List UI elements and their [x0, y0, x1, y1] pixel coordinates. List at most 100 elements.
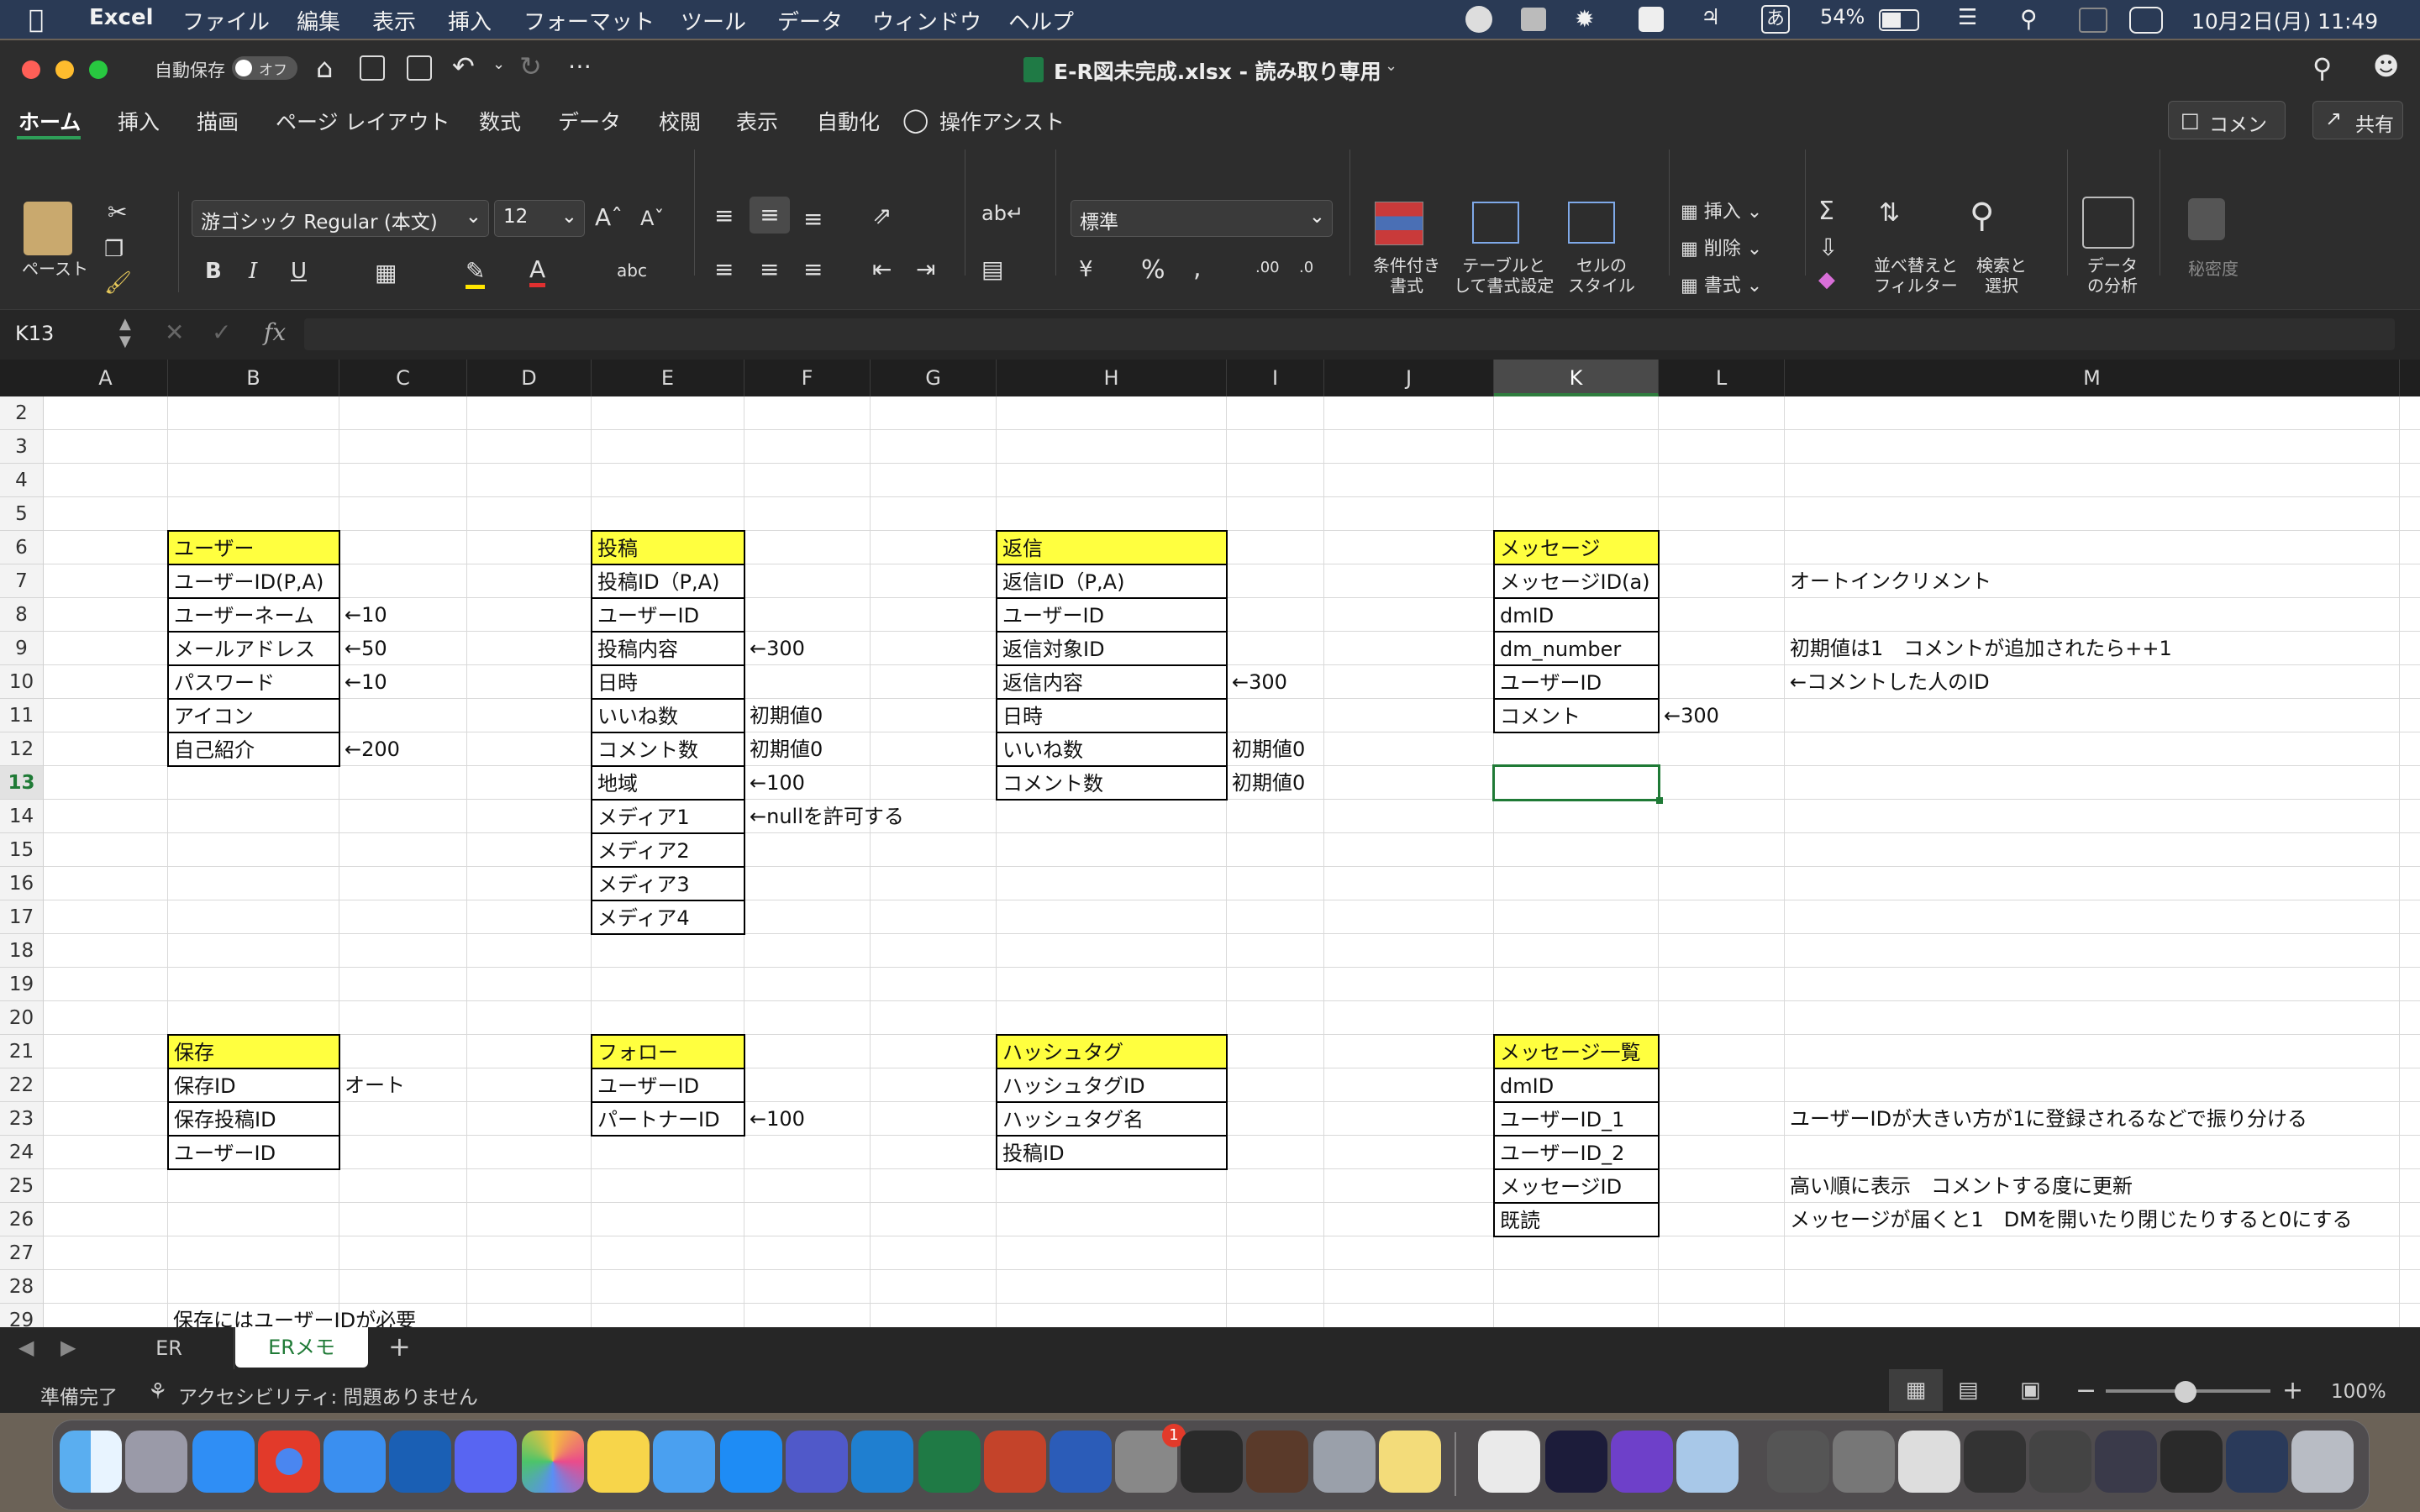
table-field-message[interactable]: コメント: [1493, 698, 1660, 733]
menu-view[interactable]: 表示: [372, 5, 416, 36]
table-title-post[interactable]: 投稿: [591, 530, 745, 565]
table-field-user[interactable]: 自己紹介: [167, 732, 340, 767]
table-field-save[interactable]: 保存ID: [167, 1068, 340, 1103]
tab-review[interactable]: 校閲: [659, 106, 701, 136]
more-icon[interactable]: ⋯: [568, 52, 592, 80]
table-field-user[interactable]: パスワード: [167, 664, 340, 700]
wifi-icon[interactable]: ☰: [1958, 5, 1977, 30]
search-icon[interactable]: ⚲: [2020, 5, 2038, 33]
column-header-m[interactable]: M: [1785, 360, 2400, 396]
bold-icon[interactable]: B: [205, 259, 222, 284]
format-painter-icon[interactable]: 🖌: [104, 270, 132, 296]
table-field-user[interactable]: メールアドレス: [167, 631, 340, 666]
row-header-4[interactable]: 4: [0, 464, 44, 497]
find-select-label[interactable]: 検索と 選択: [1976, 255, 2027, 296]
row-header-25[interactable]: 25: [0, 1169, 44, 1203]
borders-icon[interactable]: ▦: [375, 259, 397, 286]
column-header-f[interactable]: F: [744, 360, 871, 396]
sheet-tab-er-memo[interactable]: ERメモ: [235, 1327, 368, 1368]
select-all-corner[interactable]: [0, 360, 44, 396]
word-icon[interactable]: [1050, 1431, 1112, 1493]
phonetic-icon[interactable]: abc: [617, 260, 647, 281]
column-header-k[interactable]: K: [1494, 360, 1659, 396]
font-size-select[interactable]: 12 ⌄: [494, 200, 585, 237]
note-cell-i12[interactable]: 初期値0: [1227, 732, 1305, 766]
table-field-follow[interactable]: ユーザーID: [591, 1068, 745, 1103]
table-field-message-list[interactable]: ユーザーID_2: [1493, 1135, 1660, 1170]
note-cell-i10[interactable]: ←300: [1227, 665, 1287, 699]
trash-icon[interactable]: [2291, 1431, 2354, 1493]
copy-icon[interactable]: ❐: [104, 237, 124, 262]
redo-icon[interactable]: ↻: [519, 50, 542, 82]
row-header-26[interactable]: 26: [0, 1203, 44, 1236]
comma-style-icon[interactable]: ,: [1193, 254, 1202, 283]
privacy-icon[interactable]: [1465, 6, 1492, 33]
font-name-select[interactable]: 游ゴシック Regular (本文) ⌄: [192, 200, 489, 237]
row-header-18[interactable]: 18: [0, 934, 44, 968]
merge-center-icon[interactable]: ▤: [981, 255, 1003, 283]
formula-input[interactable]: [304, 318, 2395, 350]
outlook-icon[interactable]: [389, 1431, 451, 1493]
note-cell-c12[interactable]: ←200: [339, 732, 400, 766]
row-header-29[interactable]: 29: [0, 1304, 44, 1327]
note-cell-c22[interactable]: オート: [339, 1068, 405, 1102]
note-cell-m23[interactable]: ユーザーIDが大きい方が1に登録されるなどで振り分ける: [1785, 1102, 2307, 1136]
tab-home[interactable]: ホーム: [18, 106, 81, 136]
table-field-user[interactable]: アイコン: [167, 698, 340, 733]
grow-font-icon[interactable]: Aˆ: [595, 203, 623, 231]
row-header-2[interactable]: 2: [0, 396, 44, 430]
table-title-message-list[interactable]: メッセージ一覧: [1493, 1034, 1660, 1069]
column-header-e[interactable]: E: [592, 360, 744, 396]
network-share-icon[interactable]: ♃: [1701, 5, 1720, 30]
finder-icon[interactable]: [60, 1431, 122, 1493]
stickies-icon[interactable]: [1379, 1431, 1441, 1493]
table-field-message[interactable]: dmID: [1493, 597, 1660, 633]
accessibility-icon[interactable]: ⚘: [148, 1379, 167, 1404]
table-title-hashtag[interactable]: ハッシュタグ: [996, 1034, 1228, 1069]
window-layout-icon[interactable]: [1639, 7, 1664, 32]
cell-styles-label[interactable]: セルの スタイル: [1568, 255, 1635, 296]
document-title[interactable]: E-R図未完成.xlsx - 読み取り専用: [1054, 55, 1381, 86]
account-icon[interactable]: ☻: [2373, 52, 2399, 81]
table-field-reply[interactable]: コメント数: [996, 765, 1228, 801]
minimized-window-8[interactable]: [2226, 1431, 2288, 1493]
openai-icon[interactable]: ✹: [1575, 5, 1594, 33]
row-header-15[interactable]: 15: [0, 833, 44, 867]
minimized-window-1[interactable]: [1767, 1431, 1829, 1493]
conditional-formatting-label[interactable]: 条件付き 書式: [1373, 255, 1440, 296]
table-field-post[interactable]: コメント数: [591, 732, 745, 767]
launchpad-icon[interactable]: [125, 1431, 187, 1493]
column-header-d[interactable]: D: [467, 360, 592, 396]
normal-view-icon[interactable]: ▦: [1889, 1369, 1943, 1411]
row-header-24[interactable]: 24: [0, 1136, 44, 1169]
cancel-entry-icon[interactable]: ✕: [165, 318, 184, 346]
conditional-formatting-icon[interactable]: [1375, 202, 1423, 245]
table-field-hashtag[interactable]: 投稿ID: [996, 1135, 1228, 1170]
share-button[interactable]: ↗ 共有: [2312, 101, 2403, 139]
discord-icon[interactable]: [455, 1431, 517, 1493]
shrink-font-icon[interactable]: Aˇ: [640, 207, 664, 230]
table-field-post[interactable]: いいね数: [591, 698, 745, 733]
menu-data[interactable]: データ: [777, 5, 843, 36]
zoom-slider-handle[interactable]: [2175, 1381, 2196, 1403]
row-header-11[interactable]: 11: [0, 699, 44, 732]
column-header-a[interactable]: A: [44, 360, 168, 396]
number-format-select[interactable]: 標準 ⌄: [1071, 200, 1333, 237]
sort-filter-label[interactable]: 並べ替えと フィルター: [1874, 255, 1958, 296]
align-center-icon[interactable]: ≡: [760, 255, 779, 283]
note-cell-f12[interactable]: 初期値0: [744, 732, 823, 766]
paste-icon[interactable]: [24, 202, 72, 255]
table-field-reply[interactable]: 日時: [996, 698, 1228, 733]
minimize-window-button[interactable]: [55, 60, 74, 79]
format-as-table-label[interactable]: テーブルと して書式設定: [1454, 255, 1554, 296]
cut-icon[interactable]: ✂: [108, 198, 127, 226]
tell-me-assist[interactable]: 操作アシスト: [939, 106, 1065, 136]
table-title-reply[interactable]: 返信: [996, 530, 1228, 565]
table-field-post[interactable]: 投稿内容: [591, 631, 745, 666]
add-sheet-icon[interactable]: +: [388, 1331, 411, 1362]
table-field-message-list[interactable]: メッセージID: [1493, 1168, 1660, 1204]
table-field-post[interactable]: 投稿ID（P,A): [591, 564, 745, 599]
sensitivity-label[interactable]: 秘密度: [2188, 259, 2238, 279]
title-chevron-down-icon[interactable]: ⌄: [1385, 57, 1397, 75]
underline-icon[interactable]: U: [291, 259, 307, 284]
